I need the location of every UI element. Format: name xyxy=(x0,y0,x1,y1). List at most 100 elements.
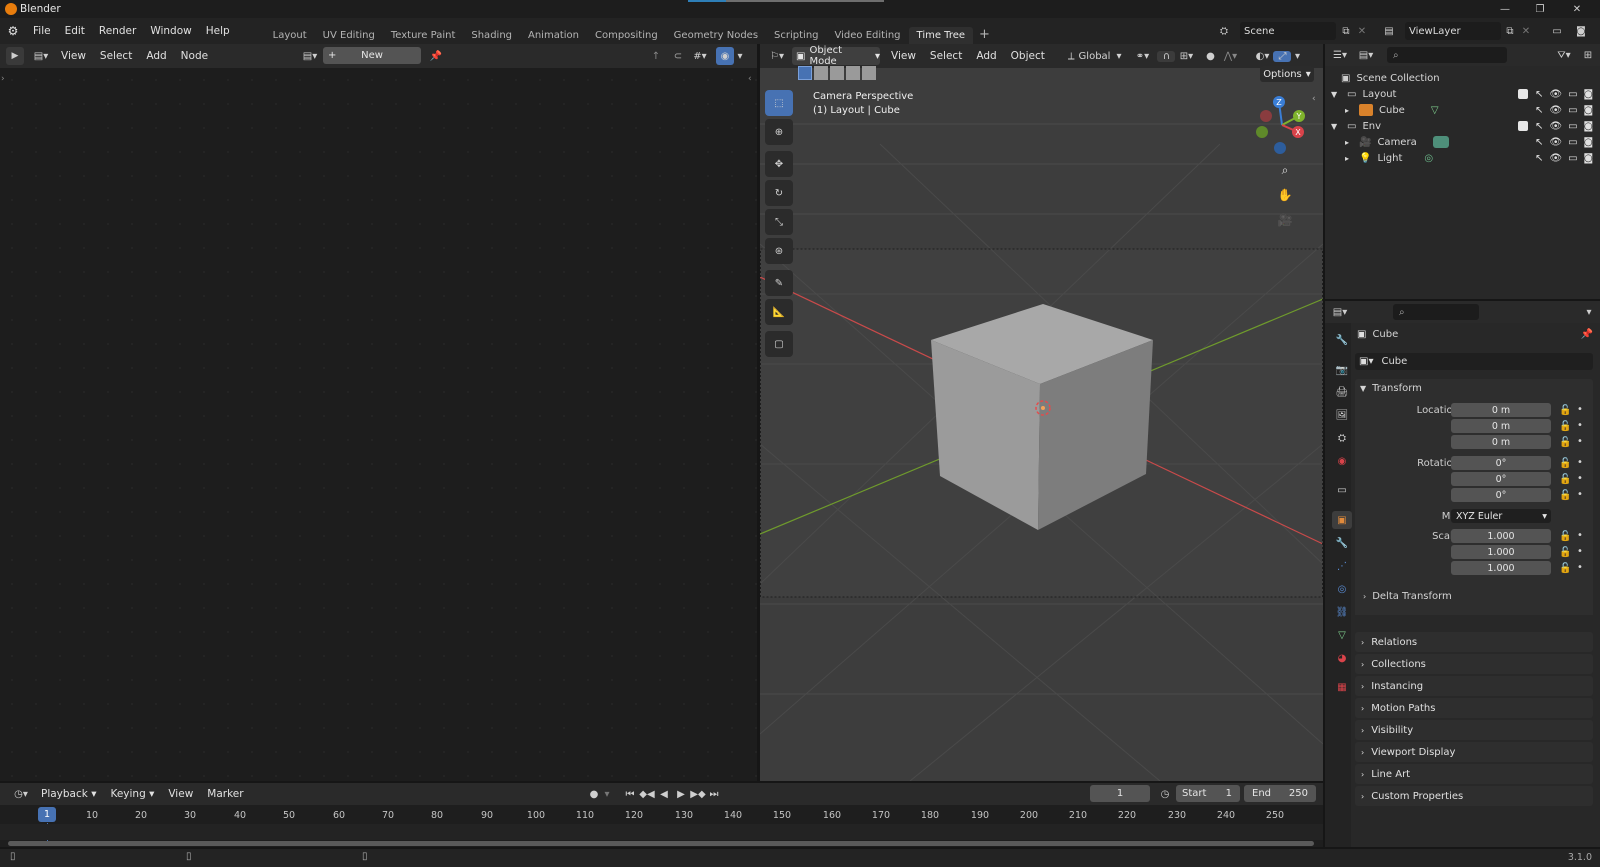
viewport-menu-object[interactable]: Object xyxy=(1004,50,1052,62)
viewport-menu-view[interactable]: View xyxy=(884,50,923,62)
render-camera-icon[interactable]: ◙ xyxy=(1572,22,1590,40)
overlay-dropdown-icon[interactable]: ▾ xyxy=(734,47,746,65)
visibility-filter-icon[interactable]: ◐▾ xyxy=(1251,51,1273,62)
end-frame-field[interactable]: End 250 xyxy=(1244,785,1316,802)
tab-layout[interactable]: Layout xyxy=(265,27,315,44)
node-menu-view[interactable]: View xyxy=(54,50,93,62)
scale-tool[interactable]: ⤡ xyxy=(765,209,793,235)
panel-custom-properties[interactable]: › Custom Properties xyxy=(1355,786,1593,806)
node-menu-add[interactable]: Add xyxy=(139,50,173,62)
chevron-down-icon[interactable]: ▾ xyxy=(1583,307,1595,318)
expand-icon[interactable]: ▼ xyxy=(1331,122,1343,131)
lock-icon[interactable]: 🔓 xyxy=(1559,563,1571,574)
new-scene-icon[interactable]: ⧉ xyxy=(1338,22,1354,40)
keyframe-dot-icon[interactable]: • xyxy=(1577,530,1583,541)
location-y-field[interactable]: 0 m xyxy=(1451,419,1551,433)
light-data-icon[interactable]: ◎ xyxy=(1424,153,1433,164)
delete-scene-icon[interactable]: ✕ xyxy=(1355,22,1369,40)
expand-icon[interactable]: ▸ xyxy=(1345,138,1357,147)
tab-object-icon[interactable]: ▣ xyxy=(1332,511,1352,529)
new-collection-icon[interactable]: ⊞ xyxy=(1579,46,1597,64)
tab-physics-icon[interactable]: ◎ xyxy=(1332,580,1352,598)
viewport-menu-add[interactable]: Add xyxy=(969,50,1003,62)
lock-icon[interactable]: 🔓 xyxy=(1559,474,1571,485)
play-reverse-icon[interactable]: ◀ xyxy=(656,785,672,803)
record-icon[interactable]: ● xyxy=(585,785,603,803)
restrict-icons[interactable]: ↖👁▭◙ xyxy=(1535,89,1599,100)
select-extend-icon[interactable] xyxy=(814,66,828,80)
play-icon[interactable]: ▶ xyxy=(6,47,24,65)
keyframe-dot-icon[interactable]: • xyxy=(1577,420,1583,431)
restrict-icons[interactable]: ↖👁▭◙ xyxy=(1535,105,1599,116)
proportional-edit-icon[interactable]: ● xyxy=(1201,51,1219,62)
current-frame-field[interactable]: 1 xyxy=(1090,785,1150,802)
timeline-track-area[interactable] xyxy=(0,824,1323,840)
gizmo-dropdown-icon[interactable]: ▾ xyxy=(1291,51,1303,62)
menu-edit[interactable]: Edit xyxy=(58,25,92,37)
tab-scripting[interactable]: Scripting xyxy=(766,27,826,44)
overlay-icon[interactable]: ◉ xyxy=(716,47,734,65)
tab-particles-icon[interactable]: ⋰ xyxy=(1332,557,1352,575)
lock-icon[interactable]: 🔓 xyxy=(1559,547,1571,558)
orientation-dropdown[interactable]: ⟂ Global ▾ xyxy=(1068,51,1122,62)
pin-icon[interactable]: 📌 xyxy=(1581,329,1593,340)
rotation-mode-dropdown[interactable]: XYZ Euler ▾ xyxy=(1451,509,1551,523)
minimize-icon[interactable]: — xyxy=(1496,2,1514,16)
select-subtract-icon[interactable] xyxy=(830,66,844,80)
viewlayer-browse-icon[interactable]: ▤ xyxy=(1376,22,1402,40)
options-button[interactable]: Options ▾ xyxy=(1260,66,1314,82)
menu-help[interactable]: Help xyxy=(199,25,237,37)
parent-node-icon[interactable]: ↑ xyxy=(648,47,664,65)
viewport-sidebar-toggle-icon[interactable]: ‹ xyxy=(1312,94,1316,104)
properties-editor-type-icon[interactable]: ▤▾ xyxy=(1327,303,1353,321)
expand-icon[interactable]: ▸ xyxy=(1345,106,1357,115)
object-browse-icon[interactable]: ▣▾ xyxy=(1359,356,1373,367)
keyframe-dot-icon[interactable]: • xyxy=(1577,562,1583,573)
node-editor[interactable]: ▶ ▤▾ View Select Add Node ▤▾ + New 📌 ↑ ⊂… xyxy=(0,44,757,781)
falloff-icon[interactable]: ⋀▾ xyxy=(1219,51,1241,62)
start-frame-field[interactable]: Start 1 xyxy=(1176,785,1240,802)
playhead-marker[interactable]: 1 xyxy=(38,807,56,822)
keyframe-dot-icon[interactable]: • xyxy=(1577,546,1583,557)
timeline-menu-marker[interactable]: Marker xyxy=(200,788,250,800)
next-keyframe-icon[interactable]: ▶◆ xyxy=(690,785,706,803)
tree-browse-icon[interactable]: ▤▾ xyxy=(297,47,323,65)
delete-viewlayer-icon[interactable]: ✕ xyxy=(1519,22,1533,40)
select-new-icon[interactable] xyxy=(798,66,812,80)
sidebar-toggle-right-icon[interactable]: ‹ xyxy=(748,74,752,84)
select-box-tool[interactable]: ⬚ xyxy=(765,90,793,116)
prev-keyframe-icon[interactable]: ◆◀ xyxy=(639,785,655,803)
pin-icon[interactable]: 📌 xyxy=(428,47,444,65)
outliner-item-env[interactable]: ▼ ▭ Env ↖👁▭◙ xyxy=(1325,118,1600,134)
snap-icon[interactable]: ⊂ xyxy=(670,47,686,65)
keyframe-dot-icon[interactable]: • xyxy=(1577,436,1583,447)
keyframe-dot-icon[interactable]: • xyxy=(1577,489,1583,500)
transform-tool[interactable]: ⊛ xyxy=(765,238,793,264)
tab-constraints-icon[interactable]: ⛓ xyxy=(1332,603,1352,621)
keyframe-dot-icon[interactable]: • xyxy=(1577,473,1583,484)
timeline-menu-view[interactable]: View xyxy=(161,788,200,800)
tab-shading[interactable]: Shading xyxy=(463,27,520,44)
rotate-tool[interactable]: ↻ xyxy=(765,180,793,206)
editor-type-icon[interactable]: ▤▾ xyxy=(28,47,54,65)
include-checkbox[interactable] xyxy=(1518,121,1528,131)
scale-y-field[interactable]: 1.000 xyxy=(1451,545,1551,559)
outliner-item-layout[interactable]: ▼ ▭ Layout ↖👁▭◙ xyxy=(1325,86,1600,102)
transform-panel-header[interactable]: ▼ Transform xyxy=(1355,379,1593,397)
timeline-menu-playback[interactable]: Playback ▾ xyxy=(34,788,103,800)
tab-time-tree[interactable]: Time Tree xyxy=(908,27,974,44)
keyframe-dot-icon[interactable]: • xyxy=(1577,457,1583,468)
keyframe-dot-icon[interactable]: • xyxy=(1577,404,1583,415)
camera-data-icon[interactable] xyxy=(1432,136,1449,148)
panel-relations[interactable]: › Relations xyxy=(1355,632,1593,652)
menu-render[interactable]: Render xyxy=(92,25,143,37)
timeline-scrollbar[interactable] xyxy=(8,841,1314,846)
viewport-editor-type-icon[interactable]: ⚐▾ xyxy=(764,47,790,65)
preview-range-icon[interactable]: ◷ xyxy=(1157,785,1173,803)
node-menu-node[interactable]: Node xyxy=(174,50,215,62)
jump-start-icon[interactable]: ⏮ xyxy=(622,785,638,803)
outliner-scene-collection[interactable]: ▣ Scene Collection xyxy=(1325,70,1600,86)
move-tool[interactable]: ✥ xyxy=(765,151,793,177)
tab-world-icon[interactable]: ◉ xyxy=(1332,452,1352,470)
3d-viewport[interactable]: ⚐▾ ▣ Object Mode ▾ View Select Add Objec… xyxy=(760,44,1323,781)
